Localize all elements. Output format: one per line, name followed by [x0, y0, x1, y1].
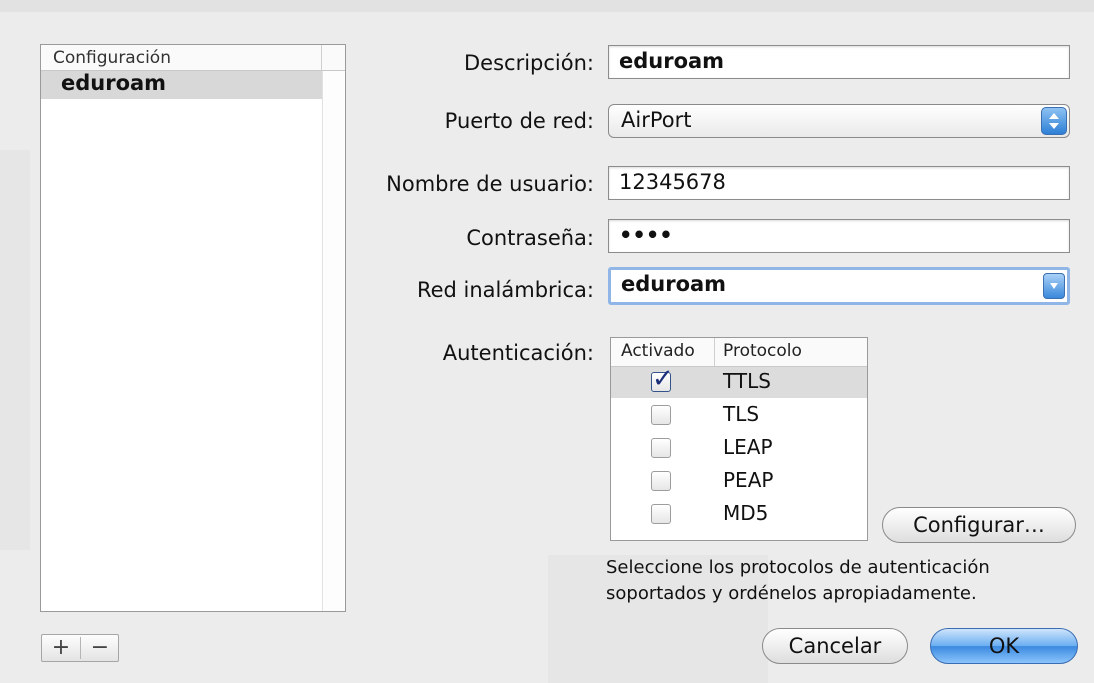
- protocol-name: TLS: [723, 402, 760, 426]
- password-field[interactable]: [608, 219, 1070, 253]
- list-column-divider: [322, 71, 323, 611]
- description-label: Descripción:: [464, 51, 594, 75]
- protocol-name: MD5: [723, 501, 769, 525]
- tls-checkbox[interactable]: [651, 405, 671, 425]
- password-label: Contraseña:: [466, 226, 594, 250]
- description-field[interactable]: [608, 45, 1070, 79]
- username-label: Nombre de usuario:: [386, 172, 594, 196]
- protocol-row-md5[interactable]: MD5: [611, 499, 867, 530]
- wireless-network-label: Red inalámbrica:: [416, 278, 594, 302]
- network-port-value: AirPort: [621, 108, 692, 132]
- protocol-row-tls[interactable]: TLS: [611, 400, 867, 431]
- network-port-label: Puerto de red:: [444, 109, 594, 133]
- protocol-name: PEAP: [723, 468, 774, 492]
- configuration-list-header[interactable]: Configuración: [41, 45, 345, 71]
- stepper-arrows-icon: [1041, 107, 1067, 135]
- leap-checkbox[interactable]: [651, 438, 671, 458]
- background-window-band: [0, 0, 1094, 12]
- checkmark-icon: ✓: [652, 364, 674, 394]
- authentication-help-text: Seleccione los protocolos de autenticaci…: [606, 555, 990, 607]
- network-port-popup[interactable]: AirPort: [608, 104, 1070, 138]
- configure-button[interactable]: Configurar…: [882, 507, 1076, 543]
- md5-checkbox[interactable]: [651, 504, 671, 524]
- cancel-button[interactable]: Cancelar: [762, 628, 908, 664]
- add-remove-control: + −: [41, 634, 119, 662]
- column-divider: [714, 338, 715, 366]
- chevron-down-icon[interactable]: [1043, 273, 1065, 299]
- authentication-protocol-table[interactable]: Activado Protocolo ✓ TTLS TLS LEAP PEAP …: [610, 337, 868, 541]
- password-input[interactable]: [609, 220, 1049, 250]
- remove-configuration-button[interactable]: −: [81, 635, 119, 661]
- protocol-row-leap[interactable]: LEAP: [611, 433, 867, 464]
- column-header-enabled[interactable]: Activado: [621, 341, 695, 361]
- header-divider: [321, 45, 322, 71]
- list-scroll-track[interactable]: [323, 71, 345, 611]
- ok-button[interactable]: OK: [930, 628, 1078, 664]
- authentication-label: Autenticación:: [442, 341, 594, 365]
- column-header-protocol[interactable]: Protocolo: [723, 341, 802, 361]
- configuration-list[interactable]: Configuración eduroam: [40, 44, 346, 612]
- auth-table-header: Activado Protocolo: [611, 338, 867, 367]
- username-field[interactable]: [608, 166, 1070, 200]
- protocol-name: TTLS: [723, 369, 771, 393]
- help-text-line: Seleccione los protocolos de autenticaci…: [606, 557, 990, 578]
- list-item-eduroam[interactable]: eduroam: [41, 71, 323, 99]
- wireless-network-value[interactable]: eduroam: [621, 272, 726, 296]
- ttls-checkbox[interactable]: ✓: [651, 364, 674, 394]
- configuration-list-header-label: Configuración: [53, 48, 171, 68]
- help-text-line: soportados y ordénelos apropiadamente.: [606, 583, 977, 604]
- peap-checkbox[interactable]: [651, 471, 671, 491]
- background-window-edge: [0, 150, 30, 550]
- protocol-row-peap[interactable]: PEAP: [611, 466, 867, 497]
- username-input[interactable]: [609, 167, 1049, 197]
- wireless-network-combobox[interactable]: eduroam: [608, 267, 1070, 305]
- protocol-name: LEAP: [723, 435, 773, 459]
- add-configuration-button[interactable]: +: [42, 635, 80, 661]
- description-input[interactable]: [609, 46, 1049, 76]
- list-item-label: eduroam: [61, 71, 167, 95]
- protocol-row-ttls[interactable]: ✓ TTLS: [611, 364, 867, 398]
